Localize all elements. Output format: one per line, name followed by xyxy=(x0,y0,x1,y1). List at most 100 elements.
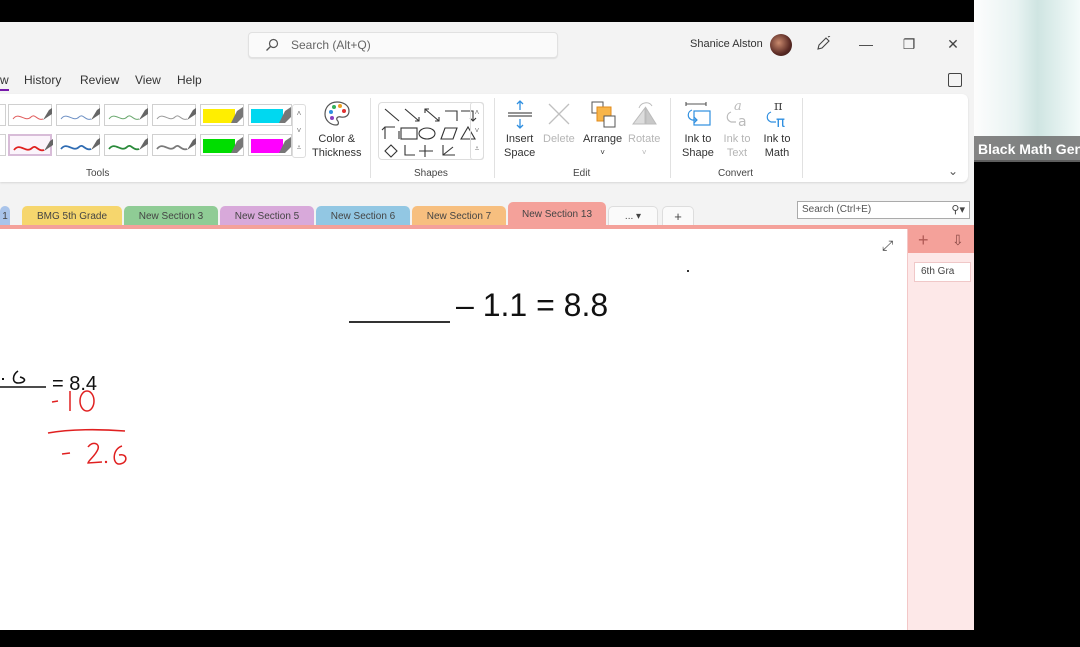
pen-tool[interactable] xyxy=(0,134,6,156)
shapes-group-label: Shapes xyxy=(414,168,448,179)
pen-gallery-scroll[interactable]: ˄ ˅ ⩡ xyxy=(292,104,306,158)
search-placeholder: Search (Alt+Q) xyxy=(291,38,371,52)
graph-2-shape-icon[interactable] xyxy=(419,145,433,157)
pen-tool[interactable] xyxy=(152,104,196,126)
participant-name: Black Math Gen xyxy=(974,136,1080,162)
menu-review[interactable]: Review xyxy=(80,73,119,87)
user-name[interactable]: Shanice Alston xyxy=(690,38,763,50)
highlighter-tool[interactable] xyxy=(200,134,244,156)
double-arrow-shape-icon[interactable] xyxy=(424,108,440,122)
shapes-gallery[interactable] xyxy=(378,102,484,160)
ink-to-shape-label-1: Ink to xyxy=(684,133,712,145)
svg-text:π: π xyxy=(776,113,785,130)
pen-tool[interactable] xyxy=(8,104,52,126)
ink-to-text-label-1: Ink to xyxy=(723,133,751,145)
highlighter-tool[interactable] xyxy=(248,104,292,126)
arrange-button[interactable]: Arrange ˅ xyxy=(583,98,622,160)
pen-tool[interactable] xyxy=(56,134,100,156)
ink-sum-line xyxy=(47,428,126,434)
ink-to-shape-button[interactable]: Ink to Shape xyxy=(682,98,714,160)
tools-group-label: Tools xyxy=(86,168,110,179)
pen-tool[interactable] xyxy=(56,104,100,126)
pen-tool[interactable] xyxy=(8,134,53,156)
section-tab-new-section-7[interactable]: New Section 7 xyxy=(412,206,506,226)
pen-coauthor-icon[interactable] xyxy=(812,34,834,54)
add-section-button[interactable]: + xyxy=(662,206,694,226)
menu-history[interactable]: History xyxy=(24,73,61,87)
ink-to-math-label-2: Math xyxy=(764,147,790,159)
parallelogram-shape-icon[interactable] xyxy=(440,127,458,140)
ink-to-text-icon: aa xyxy=(726,99,747,130)
divider xyxy=(494,98,495,178)
section-tab-label: New Section 3 xyxy=(138,210,204,222)
insert-space-icon xyxy=(507,100,532,129)
section-tab-label: New Section 7 xyxy=(426,210,492,222)
pen-tool[interactable] xyxy=(152,134,196,156)
section-tab-new-section-13[interactable]: New Section 13 xyxy=(508,202,606,226)
palette-icon xyxy=(324,101,350,126)
rectangle-shape-icon[interactable] xyxy=(400,127,418,140)
ink-to-text-button[interactable]: aa Ink to Text xyxy=(722,98,752,160)
section-tab-new-section-3[interactable]: New Section 3 xyxy=(124,206,218,226)
ink-to-shape-icon xyxy=(685,102,711,126)
onenote-window: Search (Alt+Q) Shanice Alston — ❐ ✕ w Hi… xyxy=(0,22,974,630)
svg-text:a: a xyxy=(738,114,747,130)
connector-shape-icon[interactable] xyxy=(381,126,400,139)
sticky-notes-icon[interactable] xyxy=(948,73,962,87)
rotate-chevron-icon: ˅ xyxy=(641,148,647,157)
pen-tool[interactable] xyxy=(104,104,148,126)
search-icon[interactable]: ⚲▾ xyxy=(951,203,965,216)
pages-header: + ⇩ xyxy=(908,229,974,253)
graph-1-shape-icon[interactable] xyxy=(404,145,415,156)
highlighter-tool[interactable] xyxy=(200,104,244,126)
ribbon: ˄ ˅ ⩡ Tools Color & Thickness ˄ ˅ ⩡ Shap… xyxy=(0,94,968,182)
minimize-button[interactable]: — xyxy=(855,34,877,54)
page-item[interactable]: 6th Gra xyxy=(914,262,971,282)
avatar[interactable] xyxy=(770,34,792,56)
notebook-search-input[interactable]: Search (Ctrl+E) ⚲▾ xyxy=(797,201,970,219)
divider xyxy=(370,98,371,178)
color-thickness-label-1: Color & xyxy=(318,133,356,145)
edit-group-label: Edit xyxy=(573,168,591,179)
notebook-search-placeholder: Search (Ctrl+E) xyxy=(802,204,872,215)
diamond-shape-icon[interactable] xyxy=(384,144,398,158)
elbow-shape-icon[interactable] xyxy=(445,110,458,121)
section-tab-new-section-6[interactable]: New Section 6 xyxy=(316,206,410,226)
section-tab-bmg-5th-grade[interactable]: BMG 5th Grade xyxy=(22,206,122,226)
menu-draw[interactable]: w xyxy=(0,73,9,91)
more-sections-button[interactable]: ... ▾ xyxy=(608,206,658,226)
divider xyxy=(670,98,671,178)
delete-button[interactable]: Delete xyxy=(543,98,575,146)
section-tab-1[interactable]: 1 xyxy=(0,206,10,226)
highlighter-tool[interactable] xyxy=(248,134,292,156)
menu-view[interactable]: View xyxy=(135,73,161,87)
typed-equation: – 1.1 = 8.8 xyxy=(456,287,609,323)
close-button[interactable]: ✕ xyxy=(942,34,964,54)
arrow-shape-icon[interactable] xyxy=(404,108,420,122)
shapes-gallery-scroll[interactable]: ˄ ˅ ⩡ xyxy=(470,102,484,160)
restore-button[interactable]: ❐ xyxy=(898,34,920,54)
pen-tool[interactable] xyxy=(104,134,148,156)
section-tab-label: 1 xyxy=(2,210,8,222)
arrange-chevron-icon: ˅ xyxy=(600,148,605,157)
insert-space-button[interactable]: Insert Space xyxy=(504,98,535,160)
sort-pages-icon[interactable]: ⇩ xyxy=(952,232,964,249)
pen-tool[interactable] xyxy=(0,104,6,126)
graph-3-shape-icon[interactable] xyxy=(442,145,455,156)
section-tab-label: New Section 13 xyxy=(521,208,593,220)
rotate-button[interactable]: Rotate ˅ xyxy=(628,98,660,160)
ellipse-shape-icon[interactable] xyxy=(418,127,436,140)
section-tab-new-section-5[interactable]: New Section 5 xyxy=(220,206,314,226)
page-canvas[interactable]: ⤢ – 1.1 = 8.8 = 8.4 xyxy=(0,229,907,630)
expand-page-icon[interactable]: ⤢ xyxy=(882,237,893,254)
add-page-button[interactable]: + xyxy=(918,230,929,251)
ribbon-expand-chevron-icon[interactable]: ⌄ xyxy=(948,164,958,178)
color-thickness-button[interactable]: Color & Thickness xyxy=(312,98,362,160)
ink-to-math-button[interactable]: ππ Ink to Math xyxy=(762,98,792,160)
divider xyxy=(802,98,803,178)
search-input[interactable]: Search (Alt+Q) xyxy=(248,32,558,58)
menu-help[interactable]: Help xyxy=(177,73,202,87)
line-shape-icon[interactable] xyxy=(384,108,400,122)
convert-group-label: Convert xyxy=(718,168,754,179)
handwritten-work xyxy=(0,370,127,465)
